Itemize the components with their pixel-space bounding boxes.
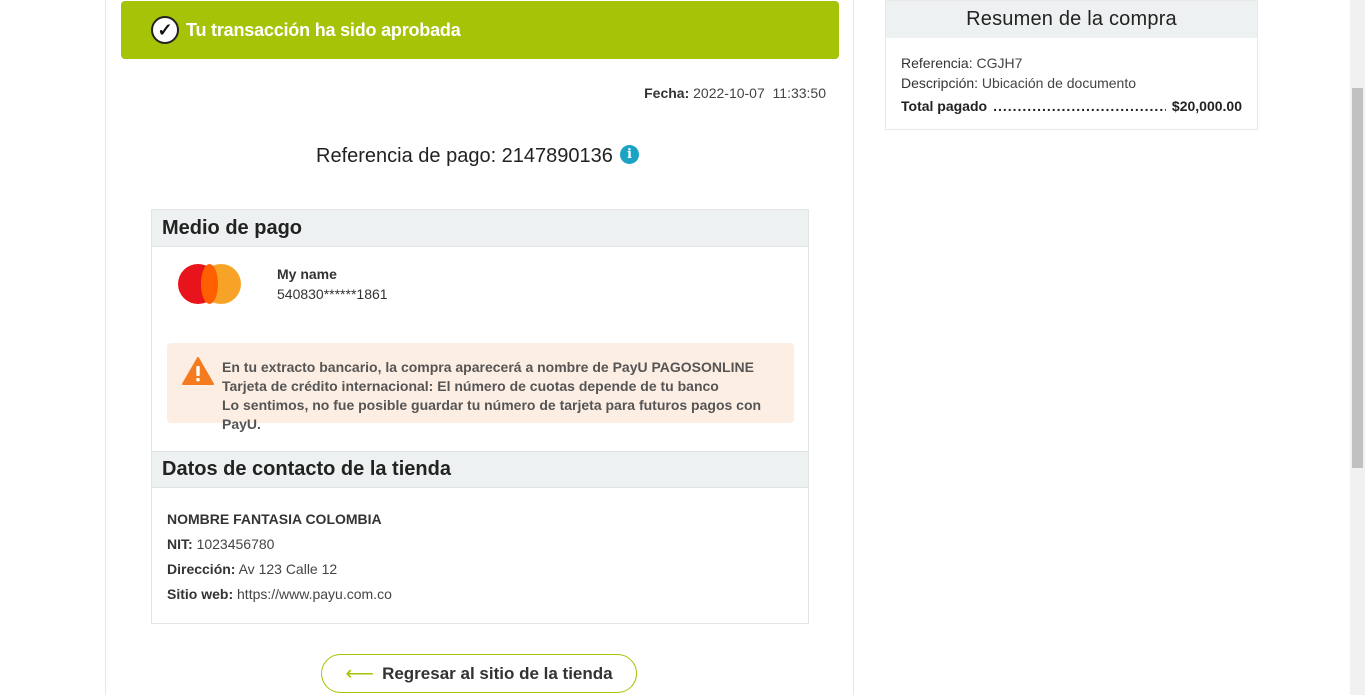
scrollbar-thumb[interactable] [1352,88,1363,468]
store-address: Dirección: Av 123 Calle 12 [167,561,337,577]
store-contact-heading: Datos de contacto de la tienda [152,451,808,488]
arrow-left-icon: ⟵ [345,663,375,685]
payment-reference: Referencia de pago: 2147890136 i [316,145,639,168]
approval-message: Tu transacción ha sido aprobada [186,19,461,40]
store-name: NOMBRE FANTASIA COLOMBIA [167,511,382,527]
summary-reference-value: CGJH7 [976,55,1023,71]
summary-reference: Referencia: CGJH7 [901,55,1022,71]
address-label: Dirección: [167,561,236,577]
card-holder-name: My name [277,266,337,282]
nit-label: NIT: [167,536,193,552]
notice-line: Tarjeta de crédito internacional: El núm… [222,378,719,394]
check-icon: ✓ [151,16,179,44]
website-label: Sitio web: [167,586,234,602]
warning-icon [182,357,214,385]
back-to-store-button[interactable]: ⟵ Regresar al sitio de la tienda [321,654,637,693]
card-number: 540830******1861 [277,286,388,302]
website-link[interactable]: https://www.payu.com.co [237,586,392,602]
purchase-summary: Resumen de la compra Referencia: CGJH7 D… [885,0,1258,130]
transaction-date: Fecha: 2022-10-07 11:33:50 [644,85,826,101]
payment-notice: En tu extracto bancario, la compra apare… [167,343,794,432]
summary-description-label: Descripción: [901,75,979,91]
payment-details-card: Medio de pago My name 540830******1861 E… [151,209,809,624]
store-nit: NIT: 1023456780 [167,536,274,552]
address-value: Av 123 Calle 12 [238,561,338,577]
total-label: Total pagado [901,98,988,114]
total-dots: ........................................… [993,98,1166,114]
summary-total: Total pagado ...........................… [901,98,1242,114]
notice-line: Lo sentimos, no fue posible guardar tu n… [222,397,762,432]
date-value: 2022-10-07 11:33:50 [693,85,826,101]
back-to-store-label: Regresar al sitio de la tienda [382,663,613,683]
approval-banner: ✓ Tu transacción ha sido aprobada [121,1,839,59]
summary-description-value: Ubicación de documento [981,75,1137,91]
payment-method-heading: Medio de pago [152,210,808,247]
mastercard-icon [178,264,242,304]
notice-line: En tu extracto bancario, la compra apare… [222,359,754,375]
nit-value: 1023456780 [196,536,275,552]
store-website: Sitio web: https://www.payu.com.co [167,586,392,602]
info-icon[interactable]: i [619,145,639,164]
summary-title: Resumen de la compra [886,1,1257,38]
summary-reference-label: Referencia: [901,55,973,71]
date-label: Fecha: [644,85,690,101]
payment-reference-text: Referencia de pago: 2147890136 [316,145,613,167]
total-value: $20,000.00 [1171,98,1242,114]
summary-description: Descripción: Ubicación de documento [901,75,1136,91]
